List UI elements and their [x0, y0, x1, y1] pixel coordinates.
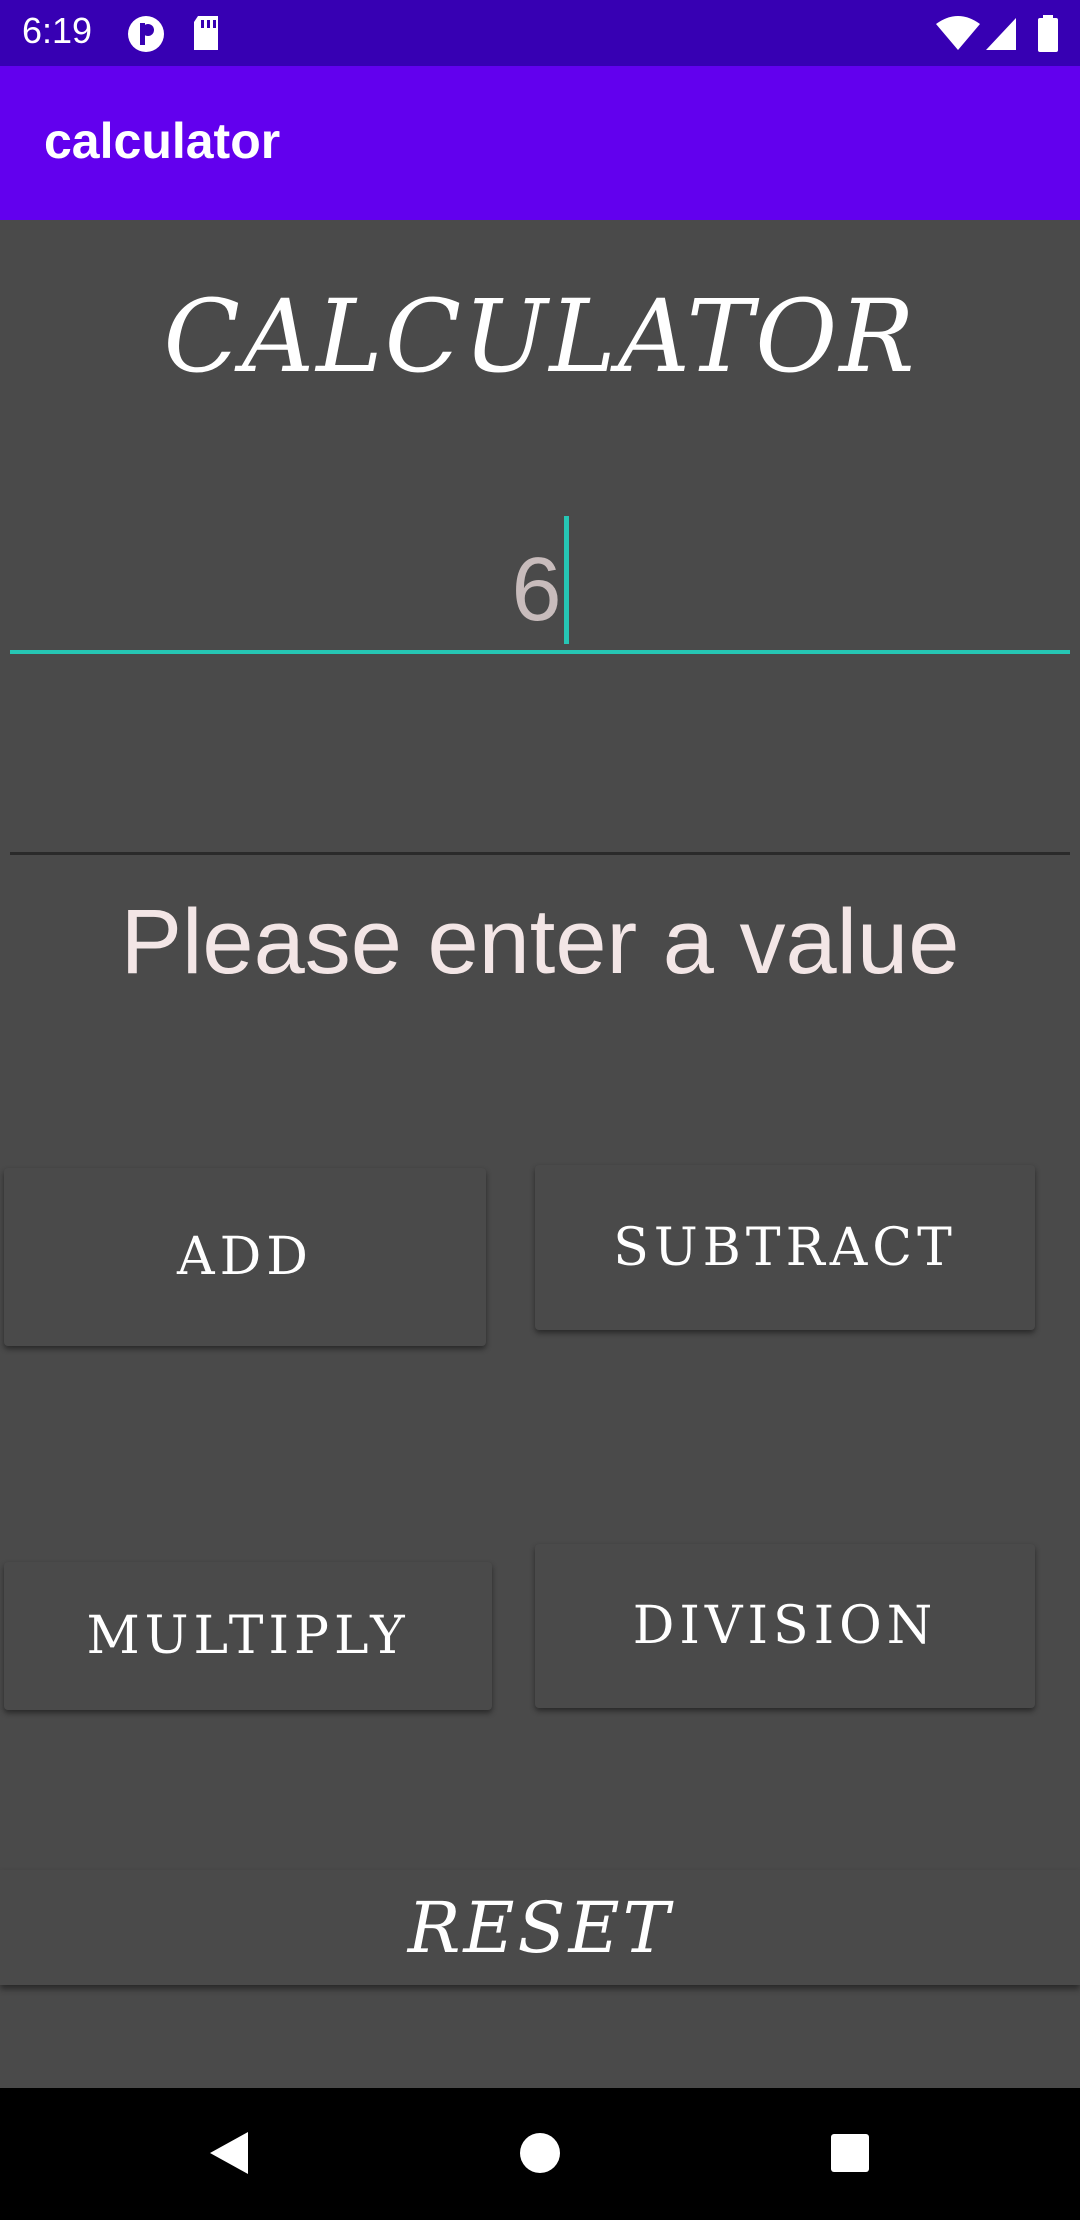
- subtract-button[interactable]: SUBTRACT: [535, 1165, 1035, 1330]
- navigation-bar: [0, 2088, 1080, 2220]
- division-button-label: DIVISION: [632, 1596, 938, 1656]
- result-message: Please enter a value: [120, 891, 960, 993]
- sd-card-icon: [194, 16, 218, 50]
- home-icon[interactable]: [518, 2128, 562, 2178]
- reset-button-label: RESET: [407, 1886, 673, 1969]
- app-bar: calculator: [0, 66, 1080, 220]
- division-button[interactable]: DIVISION: [535, 1544, 1035, 1708]
- add-button-label: ADD: [177, 1227, 313, 1287]
- subtract-button-label: SUBTRACT: [613, 1217, 957, 1278]
- battery-icon: [1038, 15, 1058, 52]
- text-cursor: [563, 516, 569, 644]
- number-input-1-value: 6: [511, 540, 562, 640]
- page-title: CALCULATOR: [163, 278, 917, 395]
- recents-icon[interactable]: [828, 2128, 872, 2178]
- app-title: calculator: [44, 113, 281, 169]
- multiply-button[interactable]: MULTIPLY: [4, 1562, 492, 1710]
- notification-p-icon: [128, 16, 164, 52]
- status-bar: 6:19: [0, 0, 1080, 66]
- number-input-1[interactable]: 6: [10, 500, 1070, 654]
- multiply-button-label: MULTIPLY: [86, 1606, 410, 1666]
- number-input-2[interactable]: [10, 700, 1070, 855]
- reset-button[interactable]: RESET: [0, 1870, 1080, 1985]
- add-button[interactable]: ADD: [4, 1168, 486, 1346]
- wifi-icon: [936, 16, 980, 50]
- signal-icon: [986, 18, 1016, 50]
- status-time: 6:19: [22, 10, 93, 51]
- back-icon[interactable]: [204, 2128, 254, 2178]
